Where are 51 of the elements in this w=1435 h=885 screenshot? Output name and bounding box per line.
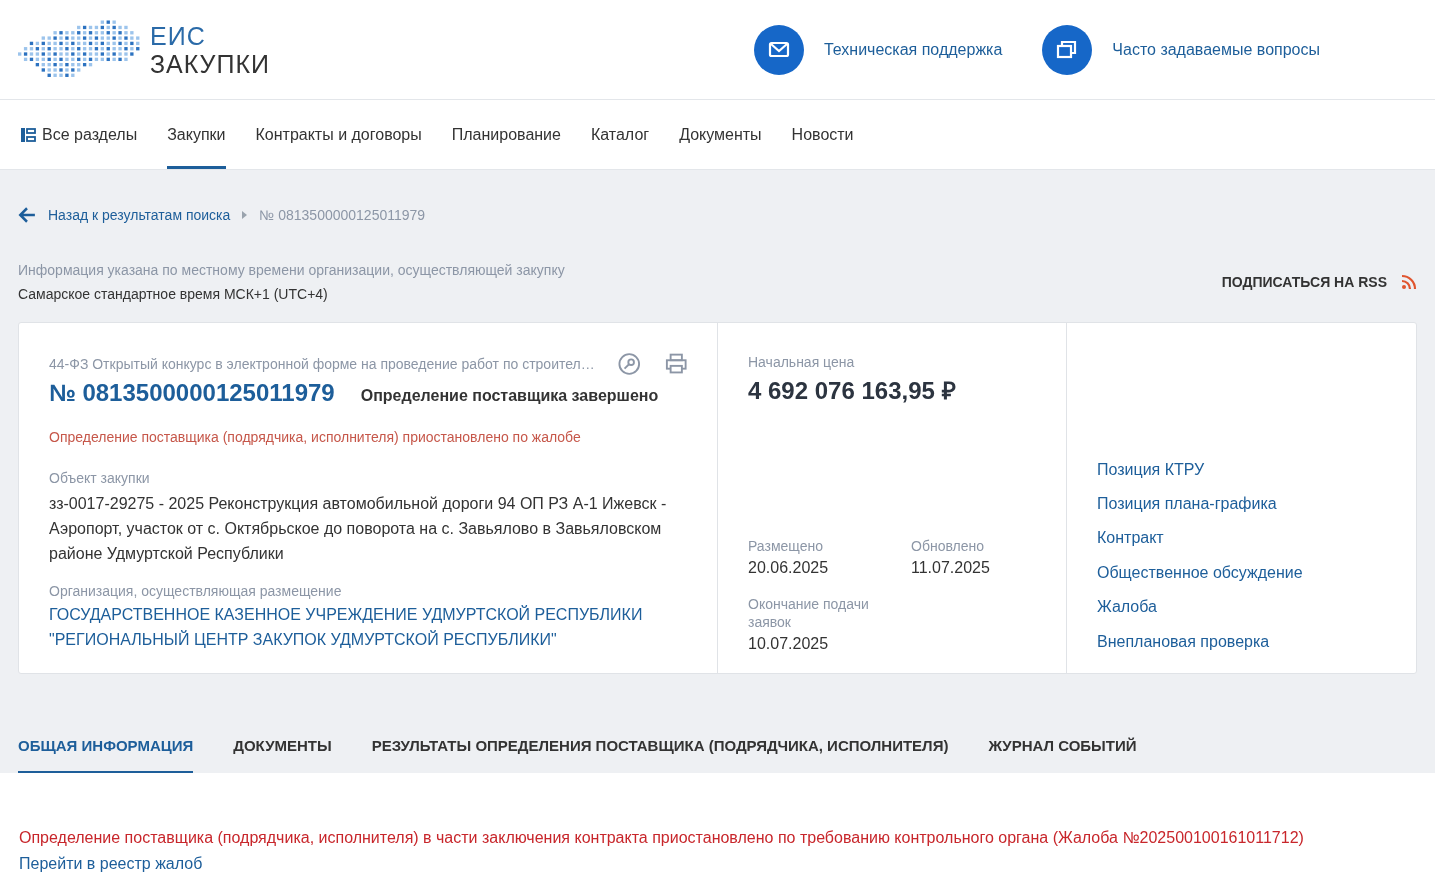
triangle-icon [242,211,248,219]
field-label: Окончание подачи заявок [748,595,870,631]
field-label: Обновлено [911,537,985,555]
field-value: зз-0017-29275 - 2025 Реконструкция автомобильной дороги 94 ОП РЗ А-1 Ижевск - Аэропорт, участок от с. Октябрьское до поворота на с. Завьялово в Завьяловском районе Удмуртской Республики [49,494,668,564]
header-link[interactable]: Техническая поддержка [823,40,1003,59]
field-label: Организация, осуществляющая размещение [49,582,343,600]
tab[interactable]: ДОКУМЕНТЫ [233,718,332,773]
card-link[interactable]: Позиция плана-графика [1097,486,1386,522]
nav-item[interactable]: Контракты и договоры [255,100,422,169]
card-link[interactable]: Жалоба [1097,590,1386,625]
logo-text: ЕИС [150,21,206,50]
back-link[interactable]: Назад к результатам поиска [48,207,231,223]
card-link[interactable]: Позиция КТРУ [1097,452,1386,487]
sitemap-icon [20,126,36,143]
nav-item[interactable]: Каталог [590,100,650,169]
field-label: Начальная цена [748,353,856,371]
timezone-value: Самарское стандартное время МСК+1 (UTC+4) [18,285,329,304]
breadcrumb-current: № 0813500000125011979 [259,207,426,223]
warning-text: Определение поставщика (подрядчика, исполнителя) приостановлено по жалобе [49,429,582,445]
rss-icon [1401,274,1417,290]
price-value: 4 692 076 163,95 ₽ [748,376,957,406]
tab[interactable]: РЕЗУЛЬТАТЫ ОПРЕДЕЛЕНИЯ ПОСТАВЩИКА (ПОДРЯДЧИКА, ИСПОЛНИТЕЛЯ) [371,718,949,773]
procurement-type: 44-ФЗ Открытый конкурс в электронной форме на проведение работ по строител… [49,356,594,372]
procurement-number[interactable]: № 0813500000125011979 [49,379,335,407]
rss-link[interactable]: ПОДПИСАТЬСЯ НА RSS [1221,274,1387,290]
card-link[interactable]: Внеплановая проверка [1097,624,1386,659]
notice-text: Определение поставщика (подрядчика, исполнителя) в части заключения контракта приостановлено по требованию контрольного органа (Жалоба №202500100161011712) [19,828,1305,848]
nav-item[interactable]: Все разделы [20,100,138,169]
back-arrow-icon [18,206,36,224]
print-icon [664,352,687,376]
map-dots-logo-icon [18,19,142,80]
field-label: Размещено [748,537,824,555]
logo-text: ЗАКУПКИ [150,49,270,78]
tab[interactable]: ОБЩАЯ ИНФОРМАЦИЯ [18,718,194,773]
complaints-link[interactable]: Перейти в реестр жалоб [19,855,203,872]
header-link[interactable]: Часто задаваемые вопросы [1112,40,1320,59]
organization-link[interactable]: ГОСУДАРСТВЕННОЕ КАЗЕННОЕ УЧРЕЖДЕНИЕ УДМУРТСКОЙ РЕСПУБЛИКИ "РЕГИОНАЛЬНЫЙ ЦЕНТР ЗАКУПОК УДМУРТСКОЙ РЕСПУБЛИКИ" [49,602,687,652]
nav-item[interactable]: Документы [679,100,762,169]
windows-icon [1042,24,1093,75]
nav-item[interactable]: Новости [791,100,854,169]
date-value: 20.06.2025 [748,559,830,577]
field-label: Объект закупки [49,469,151,487]
tab[interactable]: ЖУРНАЛ СОБЫТИЙ [988,718,1137,773]
envelope-icon [753,24,804,75]
timezone-note: Информация указана по местному времени организации, осуществляющей закупку [18,261,566,280]
date-value: 10.07.2025 [748,635,830,653]
procurement-status: Определение поставщика завершено [360,387,659,405]
nav-item[interactable]: Планирование [451,100,561,169]
card-link[interactable]: Контракт [1097,521,1386,556]
date-value: 11.07.2025 [911,559,991,577]
card-link[interactable]: Общественное обсуждение [1097,555,1386,591]
